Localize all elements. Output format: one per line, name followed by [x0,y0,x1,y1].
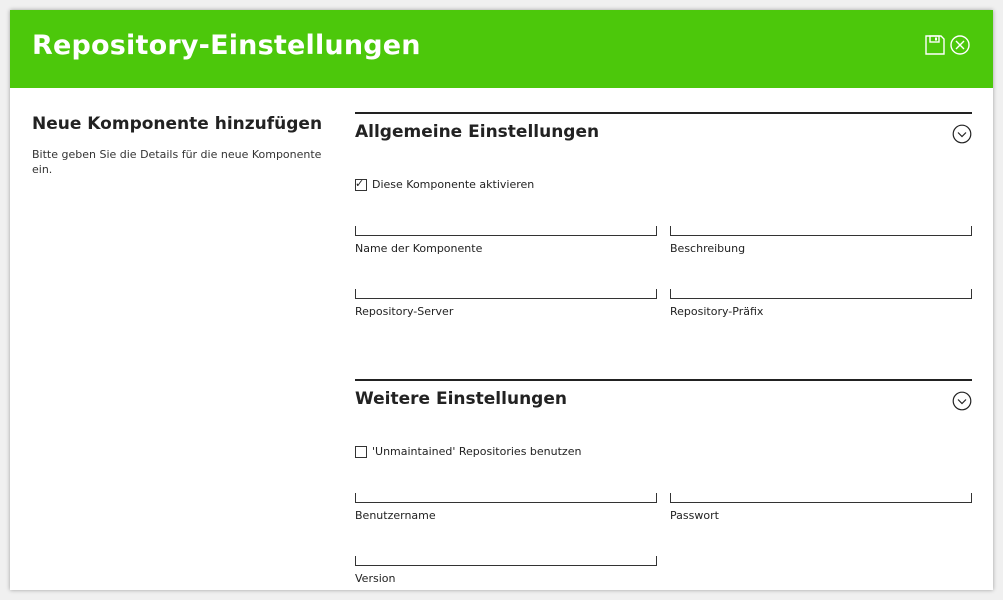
chevron-down-icon[interactable] [952,124,972,144]
field-label: Name der Komponente [355,242,483,255]
activate-component-checkbox[interactable]: ✓ Diese Komponente aktivieren [355,176,535,191]
password-input[interactable] [670,493,972,503]
close-circle-icon[interactable] [949,34,971,56]
repository-prefix-field: Repository-Präfix [670,289,972,318]
section-general-settings: Allgemeine Einstellungen ✓ Diese Kompone… [355,112,972,354]
repository-server-input[interactable] [355,289,657,299]
field-label: Beschreibung [670,242,746,255]
component-name-field: Name der Komponente [355,226,657,255]
repository-prefix-input[interactable] [670,289,972,299]
checkbox-label: Diese Komponente aktivieren [372,178,535,191]
unmaintained-repositories-checkbox[interactable]: 'Unmaintained' Repositories benutzen [355,445,581,458]
section-title: Allgemeine Einstellungen [355,122,600,142]
description-field: Beschreibung [670,226,972,255]
checkbox-checked[interactable]: ✓ [355,176,367,191]
dialog-title: Repository-Einstellungen [32,30,421,61]
field-label: Benutzername [355,509,436,522]
checkmark-icon: ✓ [355,176,365,190]
left-panel-description: Bitte geben Sie die Details für die neue… [32,148,322,176]
left-panel-title: Neue Komponente hinzufügen [32,114,323,134]
save-icon[interactable] [924,34,946,56]
dialog-header: Repository-Einstellungen [10,10,993,88]
component-name-input[interactable] [355,226,657,236]
version-input[interactable] [355,556,657,566]
field-label: Passwort [670,509,719,522]
repository-server-field: Repository-Server [355,289,657,318]
username-input[interactable] [355,493,657,503]
checkbox-label: 'Unmaintained' Repositories benutzen [372,445,582,458]
section-title: Weitere Einstellungen [355,389,567,409]
checkbox-unchecked[interactable] [355,445,367,458]
description-input[interactable] [670,226,972,236]
settings-dialog: Repository-Einstellungen Neue Komponente… [10,10,993,590]
username-field: Benutzername [355,493,657,522]
field-label: Repository-Server [355,305,454,318]
password-field: Passwort [670,493,972,522]
version-field: Version [355,556,657,585]
field-label: Version [355,572,396,585]
section-further-settings: Weitere Einstellungen 'Unmaintained' Rep… [355,379,972,590]
field-label: Repository-Präfix [670,305,764,318]
chevron-down-icon[interactable] [952,391,972,411]
